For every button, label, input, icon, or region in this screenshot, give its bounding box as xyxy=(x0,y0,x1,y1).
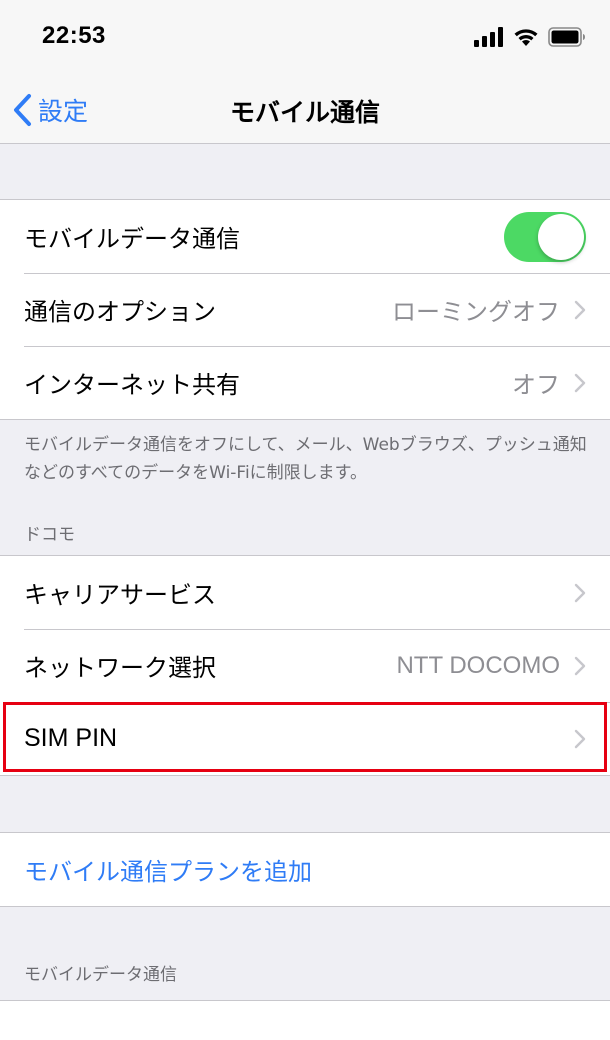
toggle-knob xyxy=(538,213,584,260)
cellular-data-footnote: モバイルデータ通信をオフにして、メール、Webブラウズ、プッシュ通知などのすべて… xyxy=(24,435,587,483)
battery-icon xyxy=(548,27,585,47)
network-selection-value: NTT DOCOMO xyxy=(396,651,560,679)
network-selection-label: ネットワーク選択 xyxy=(24,654,216,682)
signal-icon xyxy=(474,27,503,47)
add-plan-group: モバイル通信プランを追加 xyxy=(0,832,610,907)
carrier-section-header: ドコモ xyxy=(24,525,75,545)
cellular-data-usage-group xyxy=(0,1000,610,1040)
chevron-right-icon xyxy=(574,300,586,319)
page-title: モバイル通信 xyxy=(229,98,380,127)
chevron-right-icon xyxy=(574,656,586,675)
network-selection-row[interactable]: ネットワーク選択 NTT DOCOMO xyxy=(0,629,610,702)
carrier-services-label: キャリアサービス xyxy=(24,581,216,609)
sim-pin-highlight xyxy=(3,702,607,772)
navigation-bar: 設定 モバイル通信 xyxy=(0,76,610,144)
chevron-right-icon xyxy=(574,583,586,602)
cellular-options-value: ローミングオフ xyxy=(392,298,560,326)
chevron-right-icon xyxy=(574,373,586,392)
personal-hotspot-value: オフ xyxy=(512,371,560,399)
status-icons xyxy=(474,26,586,48)
cellular-data-toggle[interactable] xyxy=(504,211,586,262)
status-time: 22:53 xyxy=(42,22,106,49)
cellular-options-label: 通信のオプション xyxy=(24,298,216,326)
add-cellular-plan-label: モバイル通信プランを追加 xyxy=(24,858,312,886)
cellular-data-section-header: モバイルデータ通信 xyxy=(24,965,177,985)
cellular-data-row: モバイルデータ通信 xyxy=(0,200,610,273)
wifi-icon xyxy=(514,29,538,46)
cellular-data-label: モバイルデータ通信 xyxy=(24,225,240,253)
cellular-options-row[interactable]: 通信のオプション ローミングオフ xyxy=(0,273,610,346)
carrier-services-row[interactable]: キャリアサービス xyxy=(0,556,610,629)
personal-hotspot-row[interactable]: インターネット共有 オフ xyxy=(0,346,610,419)
personal-hotspot-label: インターネット共有 xyxy=(24,371,240,399)
status-bar: 22:53 xyxy=(0,0,610,76)
cellular-settings-group: モバイルデータ通信 通信のオプション ローミングオフ インターネット共有 オフ xyxy=(0,199,610,420)
add-cellular-plan-button[interactable]: モバイル通信プランを追加 xyxy=(0,833,610,906)
